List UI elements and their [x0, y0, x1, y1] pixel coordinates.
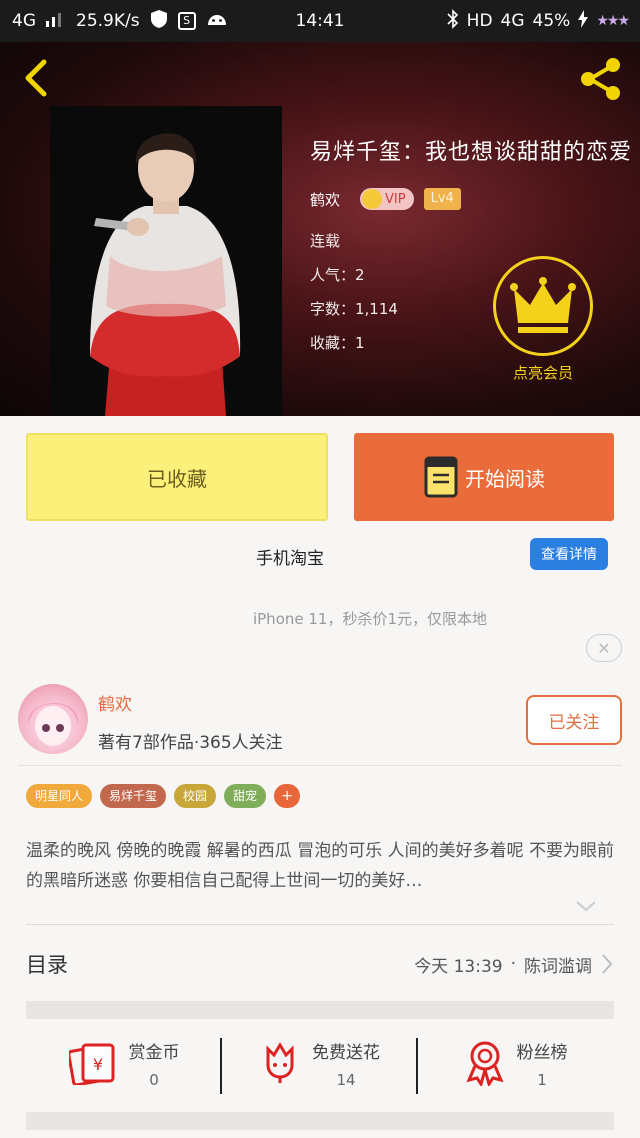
- share-button[interactable]: [576, 54, 626, 104]
- section-spacer: [26, 1001, 614, 1019]
- back-button[interactable]: [18, 56, 58, 100]
- bluetooth-icon: [447, 8, 459, 34]
- android-icon: [206, 11, 228, 32]
- author-row: 鹤欢 VIP Lv4: [310, 188, 636, 210]
- book-icon: [424, 456, 458, 498]
- fan-ranking-label: 粉丝榜: [516, 1042, 568, 1063]
- book-title: 易烊千玺：我也想谈甜甜的恋爱: [310, 140, 633, 165]
- reward-coins-button[interactable]: ¥ 赏金币 0: [26, 1030, 222, 1096]
- latest-update-time: 今天 13:39: [414, 956, 503, 977]
- expand-synopsis-button[interactable]: [574, 898, 598, 914]
- author-card: 鹤欢 著有7部作品·365人关注 已关注: [18, 684, 622, 766]
- chevron-right-icon: [602, 954, 613, 974]
- synopsis: 温柔的晚风 傍晚的晚霞 解暑的西瓜 冒泡的可乐 人间的美好多着呢 不要为眼前的黑…: [26, 841, 615, 891]
- signal-icon: [46, 11, 66, 32]
- collected-button[interactable]: 已收藏: [26, 433, 328, 521]
- vip-badge: VIP: [360, 188, 414, 210]
- crown-icon: [362, 189, 383, 209]
- fan-ranking-value: 1: [537, 1070, 547, 1089]
- serial-status: 连载: [310, 232, 341, 250]
- reward-coins-label: 赏金币: [128, 1042, 180, 1063]
- shield-icon: [150, 9, 168, 34]
- start-reading-button[interactable]: 开始阅读: [354, 433, 614, 521]
- status-bar: 4G 25.9K/s S 14:41 HD 4G 45% ★★★: [0, 0, 640, 42]
- crown-icon: [493, 256, 593, 356]
- medal-icon: [465, 1041, 504, 1086]
- send-flower-button[interactable]: 免费送花 14: [222, 1030, 418, 1096]
- author-name[interactable]: 鹤欢: [310, 189, 340, 210]
- avatar[interactable]: [18, 684, 88, 754]
- battery-level: 45%: [532, 11, 571, 31]
- add-tag-button[interactable]: +: [274, 784, 301, 808]
- cover-illustration: [50, 106, 282, 416]
- svg-text:¥: ¥: [92, 1055, 102, 1074]
- star-rating-icon: ★★★: [596, 13, 630, 29]
- send-flower-value: 14: [336, 1070, 356, 1089]
- tag-0[interactable]: 明星同人: [26, 784, 93, 808]
- reward-coins-value: 0: [149, 1070, 159, 1089]
- table-of-contents-row[interactable]: 目录 今天 13:39 · 陈词滥调: [26, 942, 614, 986]
- clock: 14:41: [295, 11, 345, 31]
- app-s-icon: S: [177, 12, 196, 30]
- latest-chapter-title: 陈词滥调: [524, 956, 592, 977]
- level-badge: Lv4: [423, 188, 461, 210]
- light-up-vip-button[interactable]: 点亮会员: [492, 256, 594, 383]
- collected-label: 已收藏: [147, 466, 207, 491]
- tag-list: 明星同人 易烊千玺 校园 甜宠 +: [26, 784, 301, 808]
- divider: [26, 924, 614, 925]
- fan-ranking-button[interactable]: 粉丝榜 1: [418, 1030, 614, 1096]
- network-speed: 25.9K/s: [76, 11, 140, 31]
- close-icon: ✕: [597, 638, 611, 658]
- start-reading-label: 开始阅读: [465, 466, 545, 491]
- book-cover-image[interactable]: [50, 106, 282, 416]
- author-card-name[interactable]: 鹤欢: [98, 690, 132, 715]
- vip-label: VIP: [385, 191, 406, 207]
- separator-dot: ·: [510, 954, 516, 974]
- network-indicator-2: 4G: [500, 11, 525, 31]
- follow-button[interactable]: 已关注: [526, 695, 622, 745]
- ad-title[interactable]: 手机淘宝: [0, 544, 580, 569]
- network-indicator: 4G: [12, 11, 36, 31]
- charging-icon: [578, 9, 589, 33]
- light-up-vip-label: 点亮会员: [512, 364, 573, 382]
- tag-1[interactable]: 易烊千玺: [100, 784, 167, 808]
- section-spacer: [26, 1112, 614, 1130]
- send-flower-label: 免费送花: [312, 1042, 380, 1063]
- red-envelope-icon: ¥: [68, 1043, 114, 1085]
- chevron-left-icon: [25, 59, 47, 97]
- share-icon: [581, 58, 620, 100]
- author-stats: 著有7部作品·365人关注: [98, 733, 283, 753]
- hd-indicator: HD: [466, 11, 493, 31]
- latest-chapter: 今天 13:39 · 陈词滥调: [414, 952, 614, 977]
- ad-close-button[interactable]: ✕: [586, 634, 622, 662]
- reward-stats: ¥ 赏金币 0 免费送花 14 粉丝榜 1: [26, 1030, 614, 1096]
- tag-2[interactable]: 校园: [174, 784, 217, 808]
- action-buttons: 已收藏 开始阅读: [26, 433, 614, 521]
- ad-description[interactable]: iPhone 11，秒杀价1元，仅限本地: [0, 608, 640, 629]
- tag-3[interactable]: 甜宠: [224, 784, 267, 808]
- ad-details-button[interactable]: 查看详情: [530, 538, 608, 570]
- book-header: 易烊千玺：我也想谈甜甜的恋爱 鹤欢 VIP Lv4 连载 人气：2 字数：1,1…: [0, 42, 640, 416]
- toc-label: 目录: [26, 953, 68, 977]
- flower-icon: [266, 1042, 294, 1083]
- chevron-down-icon: [576, 901, 596, 912]
